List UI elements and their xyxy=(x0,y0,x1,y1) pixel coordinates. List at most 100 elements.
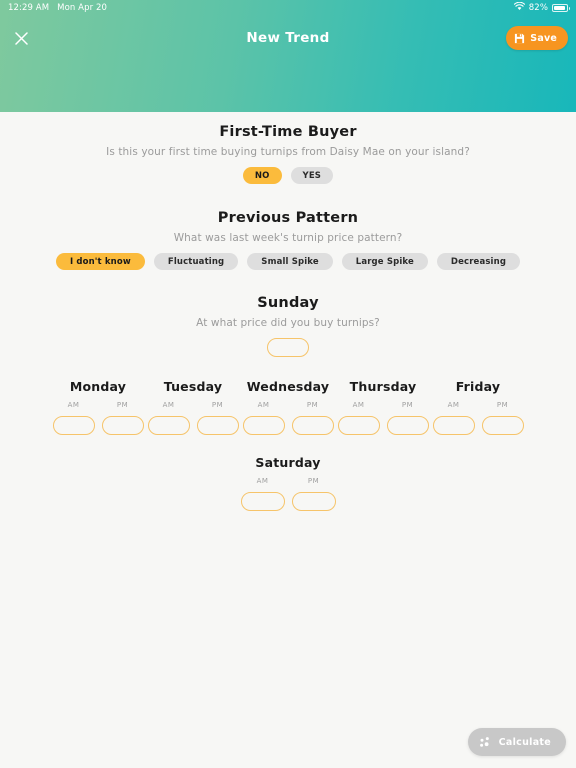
section-saturday: Saturday AM PM xyxy=(0,455,576,511)
wifi-icon xyxy=(513,1,525,14)
first-time-buyer-options: NO YES xyxy=(0,167,576,184)
wednesday-am-label: AM xyxy=(257,401,270,409)
monday-pm-label: PM xyxy=(116,401,129,409)
monday-pm-cell: PM xyxy=(101,401,145,435)
tuesday-pm-label: PM xyxy=(211,401,224,409)
sunday-price-input[interactable] xyxy=(267,338,309,357)
pattern-large-spike[interactable]: Large Spike xyxy=(341,253,428,270)
page-title: New Trend xyxy=(246,30,330,46)
section-previous-pattern: Previous Pattern What was last week's tu… xyxy=(0,210,576,270)
friday-inputs: AM PM xyxy=(431,401,526,435)
friday-am-label: AM xyxy=(447,401,460,409)
option-yes[interactable]: YES xyxy=(290,167,334,184)
tuesday-inputs: AM PM xyxy=(146,401,241,435)
day-name-tuesday: Tuesday xyxy=(163,379,223,394)
saturday-am-label: AM xyxy=(256,477,269,485)
day-name-thursday: Thursday xyxy=(349,379,417,394)
friday-pm-cell: PM xyxy=(481,401,525,435)
saturday-pm-input[interactable] xyxy=(291,492,336,511)
pattern-fluctuating[interactable]: Fluctuating xyxy=(153,253,239,270)
tuesday-pm-cell: PM xyxy=(196,401,240,435)
saturday-am-cell: AM xyxy=(240,477,285,511)
status-time: 12:29 AM xyxy=(8,3,50,13)
thursday-am-label: AM xyxy=(352,401,365,409)
status-bar: 12:29 AM Mon Apr 20 82% xyxy=(0,0,576,16)
navigation-bar: New Trend Save xyxy=(0,16,576,60)
friday-am-cell: AM xyxy=(432,401,476,435)
pattern-small-spike-label: Small Spike xyxy=(261,256,319,267)
status-bar-right: 82% xyxy=(513,1,570,14)
sunday-subtitle: At what price did you buy turnips? xyxy=(196,317,380,329)
option-yes-label: YES xyxy=(302,170,322,181)
scatter-dots-icon xyxy=(479,736,492,749)
section-sunday: Sunday At what price did you buy turnips… xyxy=(0,295,576,357)
monday-inputs: AM PM xyxy=(51,401,146,435)
saturday-inputs: AM PM xyxy=(0,477,576,511)
wednesday-pm-input[interactable] xyxy=(291,416,334,435)
pattern-small-spike[interactable]: Small Spike xyxy=(247,253,333,270)
day-name-saturday: Saturday xyxy=(255,455,321,470)
save-button-label: Save xyxy=(530,32,557,44)
pattern-decreasing-label: Decreasing xyxy=(450,256,507,267)
thursday-pm-cell: PM xyxy=(386,401,430,435)
tuesday-am-cell: AM xyxy=(147,401,191,435)
thursday-inputs: AM PM xyxy=(336,401,431,435)
monday-am-cell: AM xyxy=(52,401,96,435)
app-header: 12:29 AM Mon Apr 20 82% New Trend Save xyxy=(0,0,576,112)
day-name-wednesday: Wednesday xyxy=(246,379,330,394)
previous-pattern-options: I don't know Fluctuating Small Spike Lar… xyxy=(0,253,576,270)
calculate-button-label: Calculate xyxy=(498,736,551,748)
previous-pattern-title: Previous Pattern xyxy=(217,210,359,226)
save-button[interactable]: Save xyxy=(506,26,568,50)
tuesday-am-input[interactable] xyxy=(147,416,190,435)
saturday-pm-label: PM xyxy=(307,477,320,485)
wednesday-am-cell: AM xyxy=(242,401,286,435)
sunday-title: Sunday xyxy=(257,295,319,311)
pattern-i-dont-know[interactable]: I don't know xyxy=(55,253,145,270)
thursday-pm-input[interactable] xyxy=(386,416,429,435)
day-column-thursday: Thursday AM PM xyxy=(336,379,431,435)
saturday-pm-cell: PM xyxy=(291,477,336,511)
battery-percent-label: 82% xyxy=(528,3,548,13)
friday-am-input[interactable] xyxy=(432,416,475,435)
pattern-decreasing[interactable]: Decreasing xyxy=(436,253,521,270)
wednesday-pm-label: PM xyxy=(306,401,319,409)
day-column-tuesday: Tuesday AM PM xyxy=(146,379,241,435)
tuesday-am-label: AM xyxy=(162,401,175,409)
thursday-am-input[interactable] xyxy=(337,416,380,435)
first-time-buyer-title: First-Time Buyer xyxy=(219,124,357,140)
previous-pattern-subtitle: What was last week's turnip price patter… xyxy=(173,232,403,244)
pattern-large-spike-label: Large Spike xyxy=(355,256,414,267)
pattern-i-dont-know-label: I don't know xyxy=(69,256,131,267)
day-column-wednesday: Wednesday AM PM xyxy=(241,379,336,435)
pattern-fluctuating-label: Fluctuating xyxy=(167,256,225,267)
day-name-friday: Friday xyxy=(455,379,501,394)
thursday-am-cell: AM xyxy=(337,401,381,435)
first-time-buyer-subtitle: Is this your first time buying turnips f… xyxy=(106,146,470,158)
wednesday-am-input[interactable] xyxy=(242,416,285,435)
section-first-time-buyer: First-Time Buyer Is this your first time… xyxy=(0,124,576,184)
day-column-friday: Friday AM PM xyxy=(431,379,526,435)
friday-pm-label: PM xyxy=(496,401,509,409)
thursday-pm-label: PM xyxy=(401,401,414,409)
friday-pm-input[interactable] xyxy=(481,416,524,435)
sunday-input-wrap xyxy=(0,338,576,357)
close-button[interactable] xyxy=(8,25,34,51)
tuesday-pm-input[interactable] xyxy=(196,416,239,435)
calculate-button[interactable]: Calculate xyxy=(467,728,566,756)
save-disk-icon xyxy=(514,33,525,44)
monday-pm-input[interactable] xyxy=(101,416,144,435)
monday-am-label: AM xyxy=(67,401,80,409)
battery-icon xyxy=(552,4,570,12)
weekday-grid: Monday AM PM Tuesday AM PM Wednesday AM … xyxy=(0,379,576,435)
wednesday-pm-cell: PM xyxy=(291,401,335,435)
status-bar-left: 12:29 AM Mon Apr 20 xyxy=(8,3,107,13)
form-content: First-Time Buyer Is this your first time… xyxy=(0,112,576,768)
saturday-am-input[interactable] xyxy=(240,492,285,511)
status-date: Mon Apr 20 xyxy=(57,3,108,13)
day-column-monday: Monday AM PM xyxy=(51,379,146,435)
wednesday-inputs: AM PM xyxy=(241,401,336,435)
monday-am-input[interactable] xyxy=(52,416,95,435)
day-name-monday: Monday xyxy=(69,379,127,394)
option-no[interactable]: NO xyxy=(242,167,282,184)
